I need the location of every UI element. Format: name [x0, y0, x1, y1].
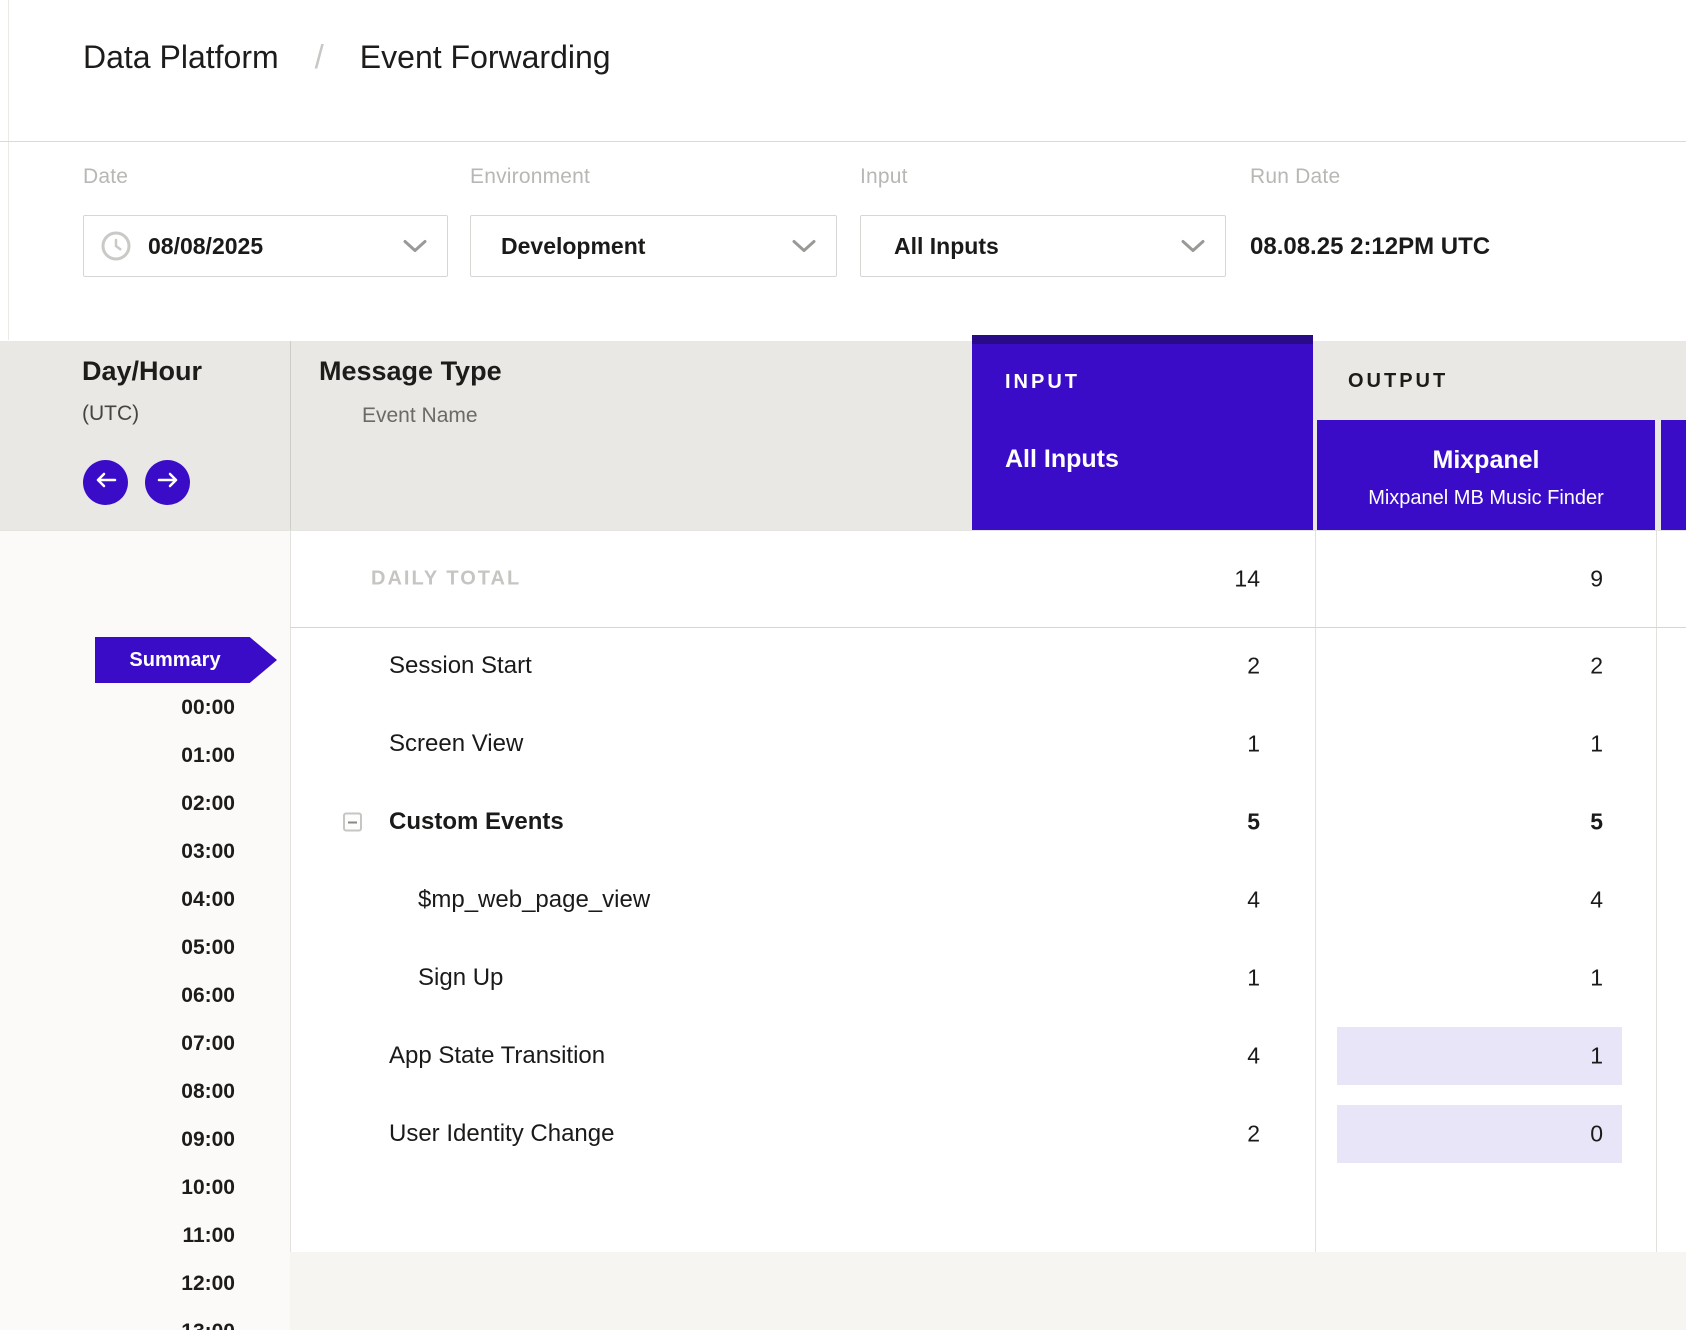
summary-row-badge[interactable]: Summary — [95, 637, 277, 683]
input-filter-label: Input — [860, 165, 1226, 189]
hour-label-06[interactable]: 06:00 — [0, 972, 235, 1020]
hour-label-11[interactable]: 11:00 — [0, 1212, 235, 1260]
date-dropdown[interactable]: 08/08/2025 — [83, 215, 448, 277]
output-count: 5 — [290, 809, 1603, 836]
table-row-screen-view: Screen View 1 1 — [290, 705, 1686, 783]
page-left-edge — [8, 0, 9, 340]
day-hour-title: Day/Hour — [82, 356, 202, 387]
arrow-left-icon — [95, 472, 117, 493]
hour-label-09[interactable]: 09:00 — [0, 1116, 235, 1164]
date-filter-label: Date — [83, 165, 448, 189]
hour-label-12[interactable]: 12:00 — [0, 1260, 235, 1308]
output-column-name: Mixpanel — [1317, 446, 1655, 475]
breadcrumb: Data Platform / Event Forwarding — [83, 38, 611, 76]
table-row-custom-events: Custom Events 5 5 — [290, 783, 1686, 861]
table-row-session-start: Session Start 2 2 — [290, 627, 1686, 705]
hour-label-01[interactable]: 01:00 — [0, 732, 235, 780]
output-group-label: OUTPUT — [1348, 370, 1448, 393]
hour-label-03[interactable]: 03:00 — [0, 828, 235, 876]
environment-value: Development — [501, 233, 645, 260]
output-column-subtitle: Mixpanel MB Music Finder — [1317, 487, 1655, 510]
input-dropdown[interactable]: All Inputs — [860, 215, 1226, 277]
breadcrumb-section[interactable]: Data Platform — [83, 39, 279, 76]
hour-label-10[interactable]: 10:00 — [0, 1164, 235, 1212]
run-date-label: Run Date — [1250, 165, 1490, 189]
output-count: 1 — [290, 965, 1603, 992]
hour-label-08[interactable]: 08:00 — [0, 1068, 235, 1116]
message-type-title: Message Type — [319, 356, 502, 387]
output-column-header-mixpanel[interactable]: Mixpanel Mixpanel MB Music Finder — [1317, 420, 1655, 530]
day-hour-subtitle: (UTC) — [82, 402, 139, 426]
header-divider — [0, 141, 1686, 142]
input-column-header[interactable]: INPUT All Inputs — [972, 335, 1313, 530]
environment-filter-label: Environment — [470, 165, 837, 189]
environment-filter-group: Environment Development — [470, 165, 837, 277]
event-name-subtitle: Event Name — [362, 404, 478, 428]
chevron-down-icon — [792, 240, 816, 253]
run-date-group: Run Date 08.08.25 2:12PM UTC — [1250, 165, 1490, 261]
chevron-down-icon — [1181, 240, 1205, 253]
breadcrumb-separator: / — [315, 38, 324, 76]
column-divider — [290, 341, 291, 530]
event-forwarding-page: Data Platform / Event Forwarding Date 08… — [0, 0, 1686, 1330]
output-count: 4 — [290, 887, 1603, 914]
hour-label-02[interactable]: 02:00 — [0, 780, 235, 828]
hour-label-13[interactable]: 13:00 — [0, 1308, 235, 1330]
page-title: Event Forwarding — [360, 39, 611, 76]
environment-dropdown[interactable]: Development — [470, 215, 837, 277]
hour-label-07[interactable]: 07:00 — [0, 1020, 235, 1068]
clock-icon — [100, 230, 132, 262]
input-group-label: INPUT — [1005, 371, 1080, 394]
data-grid: DAILY TOTAL 14 9 Session Start 2 2 Scree… — [290, 530, 1686, 1330]
input-column-name: All Inputs — [1005, 445, 1119, 474]
output-count: 0 — [290, 1121, 1603, 1148]
output-count: 2 — [290, 653, 1603, 680]
input-value: All Inputs — [894, 233, 999, 260]
table-row-mp-web-page-view: $mp_web_page_view 4 4 — [290, 861, 1686, 939]
date-filter-group: Date 08/08/2025 — [83, 165, 448, 277]
date-value: 08/08/2025 — [148, 233, 263, 260]
input-column-accent-strip — [972, 335, 1313, 344]
previous-day-button[interactable] — [83, 460, 128, 505]
hour-list: 00:00 01:00 02:00 03:00 04:00 05:00 06:0… — [0, 684, 235, 1330]
table-row-app-state-transition: App State Transition 4 1 — [290, 1017, 1686, 1095]
arrow-right-icon — [157, 472, 179, 493]
table-row-user-identity-change: User Identity Change 2 0 — [290, 1095, 1686, 1173]
next-day-button[interactable] — [145, 460, 190, 505]
output-count: 1 — [290, 1043, 1603, 1070]
hour-label-00[interactable]: 00:00 — [0, 684, 235, 732]
run-date-value: 08.08.25 2:12PM UTC — [1250, 233, 1490, 261]
daily-total-row: DAILY TOTAL 14 9 — [290, 530, 1686, 627]
table-row-sign-up: Sign Up 1 1 — [290, 939, 1686, 1017]
hour-label-04[interactable]: 04:00 — [0, 876, 235, 924]
next-output-column-partial[interactable] — [1661, 420, 1686, 530]
chevron-down-icon — [403, 240, 427, 253]
daily-total-output-value: 9 — [290, 565, 1603, 592]
hour-label-05[interactable]: 05:00 — [0, 924, 235, 972]
input-filter-group: Input All Inputs — [860, 165, 1226, 277]
output-count: 1 — [290, 731, 1603, 758]
grid-footer-area — [290, 1252, 1686, 1330]
